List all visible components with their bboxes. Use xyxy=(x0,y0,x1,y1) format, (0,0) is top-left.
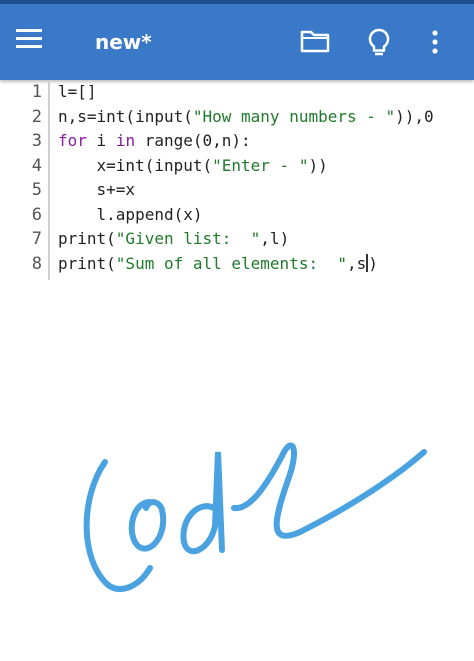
more-vert-icon xyxy=(432,30,438,54)
code-token: l.append(x) xyxy=(58,204,203,224)
code-line[interactable]: s+=x xyxy=(58,180,136,199)
keyword-token: in xyxy=(115,131,136,150)
code-token: l=[] xyxy=(58,82,97,101)
code-token: print( xyxy=(58,253,116,273)
string-token: "Given list: " xyxy=(115,229,261,248)
keyword-token: for xyxy=(58,131,87,150)
hint-button[interactable] xyxy=(366,28,392,62)
code-line[interactable]: print("Sum of all elements: ",s) xyxy=(58,253,378,273)
code-token: n,s=int(input( xyxy=(58,106,193,126)
line-number-gutter: 1 2 3 4 5 6 7 8 xyxy=(0,80,50,280)
menu-button[interactable] xyxy=(16,28,60,60)
code-token: )),0 xyxy=(395,106,434,126)
document-title: new* xyxy=(95,30,152,54)
code-token: )) xyxy=(308,155,328,175)
code-token: x=int(input( xyxy=(58,155,213,175)
code-token: ,s xyxy=(346,253,367,273)
code-token: ,l) xyxy=(260,229,290,248)
hamburger-menu-icon xyxy=(16,29,42,48)
code-token: range(0,n): xyxy=(135,131,251,150)
app-bar: new* xyxy=(0,0,474,80)
more-options-button[interactable] xyxy=(430,28,440,60)
folder-icon xyxy=(300,30,330,53)
line-number: 5 xyxy=(31,180,42,200)
code-line[interactable]: l.append(x) xyxy=(58,205,203,224)
line-number: 1 xyxy=(31,82,42,102)
code-editor[interactable]: 1 2 3 4 5 6 7 8 l=[] n,s=int(input("How many num… xyxy=(0,80,474,280)
lightbulb-icon xyxy=(368,28,390,56)
line-number: 7 xyxy=(31,229,42,249)
string-token: "Sum of all elements: " xyxy=(115,253,347,273)
code-token: ) xyxy=(368,253,378,273)
code-line[interactable]: for i in range(0,n): xyxy=(58,131,251,150)
line-number: 4 xyxy=(31,155,42,176)
code-line[interactable]: print("Given list: ",l) xyxy=(58,229,289,248)
handwritten-code-annotation xyxy=(83,442,427,592)
line-number: 8 xyxy=(31,253,42,274)
code-token: s+=x xyxy=(58,180,136,199)
code-token: print( xyxy=(58,229,116,248)
open-folder-button[interactable] xyxy=(300,28,330,58)
code-line[interactable]: x=int(input("Enter - ")) xyxy=(58,156,328,175)
line-number: 2 xyxy=(31,106,42,127)
string-token: "Enter - " xyxy=(212,155,309,175)
code-line[interactable]: n,s=int(input("How many numbers - ")),0 xyxy=(58,107,434,126)
string-token: "How many numbers - " xyxy=(192,106,396,126)
line-number: 6 xyxy=(31,204,42,225)
line-number: 3 xyxy=(31,131,42,151)
code-line[interactable]: l=[] xyxy=(58,82,97,101)
code-token: i xyxy=(86,131,116,150)
